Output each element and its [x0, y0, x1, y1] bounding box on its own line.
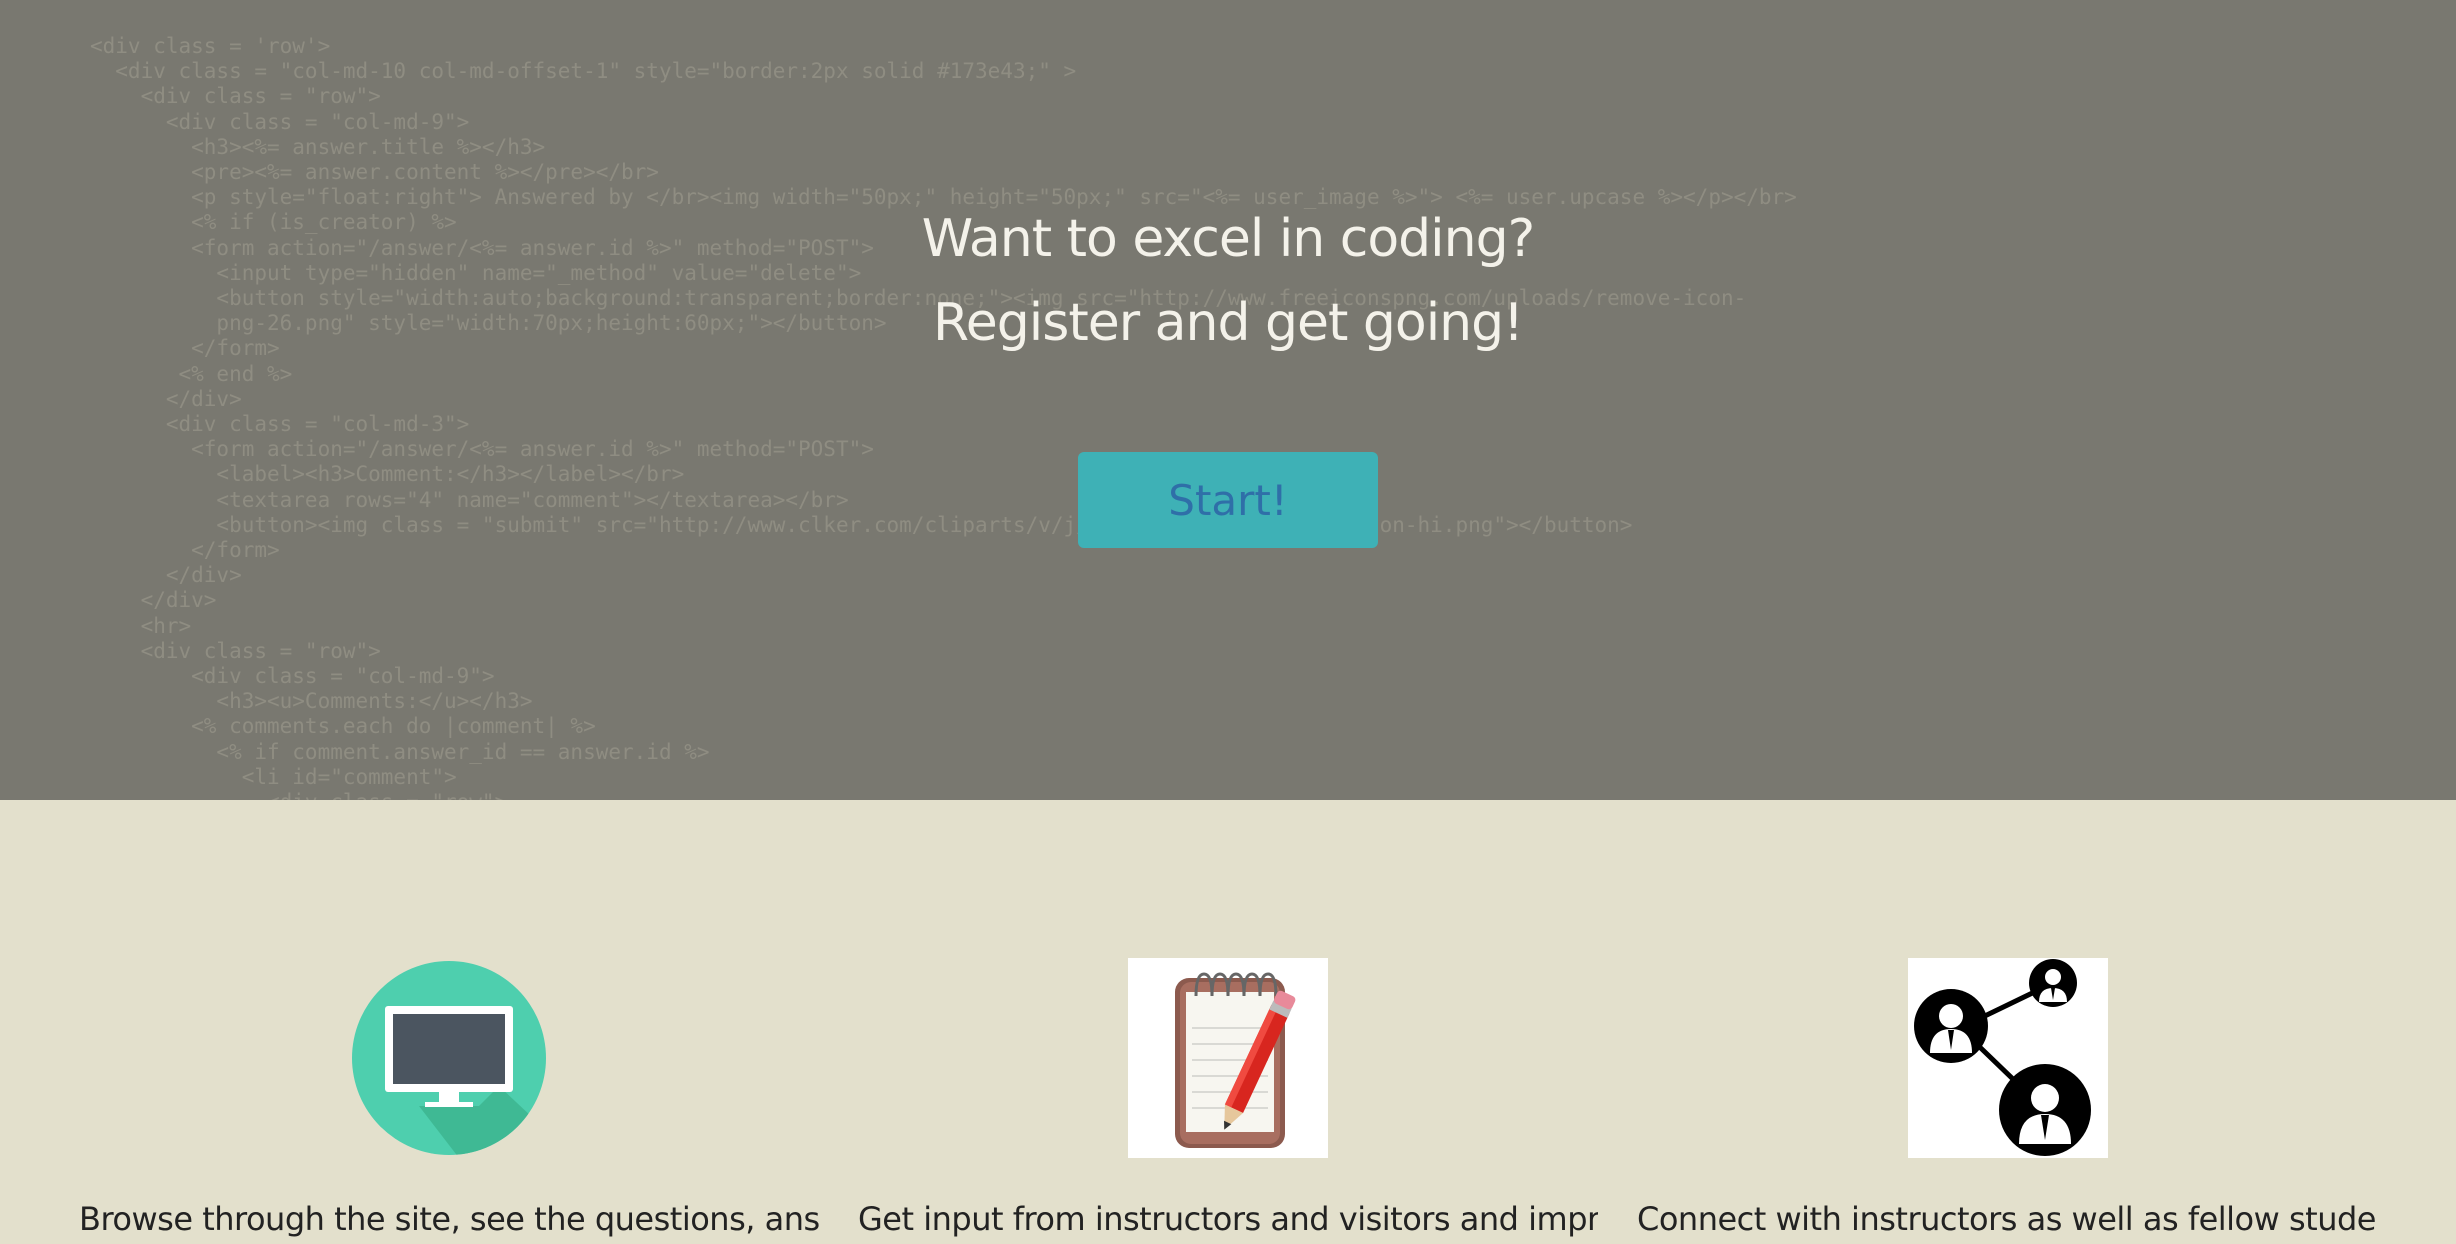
people-network-icon	[1908, 958, 2108, 1158]
code-line: <div class = "row">	[90, 84, 381, 109]
start-button[interactable]: Start!	[1078, 452, 1378, 548]
code-line: <% comments.each do |comment| %>	[90, 714, 596, 739]
code-line: <div class = "col-md-9">	[90, 109, 470, 134]
code-line: <label><h3>Comment:</h3></label></br>	[90, 462, 685, 487]
code-line: </form>	[90, 538, 280, 562]
hero-title-line2: Register and get going!	[933, 293, 1524, 353]
code-line: <% end %>	[90, 361, 293, 386]
feature-connect-text: Connect with instructors as well as fell…	[1637, 1200, 2377, 1238]
feature-input-text: Get input from instructors and visitors …	[858, 1200, 1598, 1238]
code-line: <hr>	[90, 613, 192, 638]
code-line: <% if comment.answer_id == answer.id %>	[90, 739, 710, 764]
notepad-pencil-icon	[1128, 958, 1328, 1158]
code-line: </div>	[90, 588, 217, 613]
feature-browse-text: Browse through the site, see the questio…	[79, 1200, 819, 1238]
hero-title-line1: Want to excel in coding?	[921, 209, 1535, 269]
code-line: <form action="/answer/<%= answer.id %>" …	[90, 437, 874, 462]
code-line: <div class = "row">	[90, 638, 381, 663]
code-line: <pre><%= answer.content %></pre></br>	[90, 160, 659, 184]
code-line: </div>	[90, 386, 242, 411]
code-line: <div class = "col-md-9">	[90, 664, 495, 688]
code-background: <div class = 'row'> <div class = "col-md…	[0, 0, 2456, 800]
code-line: <div class = 'row'>	[90, 34, 331, 58]
code-line: <li id="comment">	[90, 764, 457, 789]
hero-banner: <div class = 'row'> <div class = "col-md…	[0, 0, 2456, 800]
code-line: </div>	[90, 563, 242, 588]
code-line: <textarea rows="4" name="comment"></text…	[90, 487, 849, 512]
code-line: <button><img class = "submit" src="http:…	[90, 512, 1633, 537]
monitor-icon	[349, 958, 549, 1158]
code-line: <div class = "col-md-3">	[90, 412, 470, 436]
code-line: <div class = "row">	[90, 790, 507, 800]
code-line: <div class = "col-md-10 col-md-offset-1"…	[90, 59, 1077, 84]
features-section: Browse through the site, see the questio…	[0, 800, 2456, 1244]
code-line: <h3><%= answer.title %></h3>	[90, 134, 546, 159]
code-line: <h3><u>Comments:</u></h3>	[90, 689, 533, 714]
